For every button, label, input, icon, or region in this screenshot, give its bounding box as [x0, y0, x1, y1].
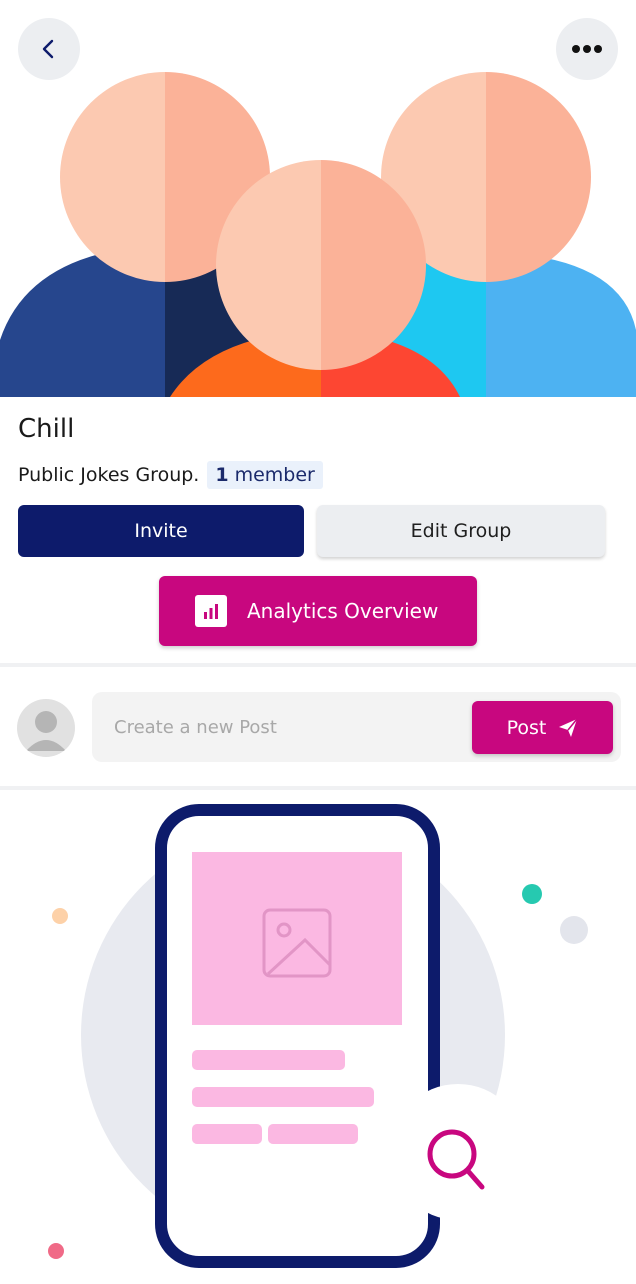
more-horizontal-icon — [572, 45, 602, 53]
user-avatar-icon[interactable] — [17, 699, 75, 757]
paper-plane-icon — [559, 718, 578, 737]
post-button-label: Post — [506, 716, 547, 739]
chevron-left-icon — [42, 39, 54, 59]
section-divider — [0, 663, 636, 667]
member-label: member — [234, 464, 315, 486]
invite-button[interactable]: Invite — [18, 505, 304, 557]
group-info-row: Public Jokes Group. 1 member — [18, 460, 323, 490]
group-description: Public Jokes Group. — [18, 464, 200, 486]
post-button[interactable]: Post — [472, 701, 613, 754]
empty-posts-illustration — [0, 790, 636, 1280]
group-name: Chill — [18, 414, 75, 444]
post-composer: Post — [92, 692, 621, 762]
group-people-illustration — [0, 72, 636, 397]
member-count: 1 — [215, 464, 229, 486]
bar-chart-icon — [195, 595, 227, 627]
analytics-overview-button[interactable]: Analytics Overview — [159, 576, 477, 646]
edit-group-button[interactable]: Edit Group — [317, 505, 605, 557]
analytics-overview-label: Analytics Overview — [247, 599, 439, 623]
member-count-badge[interactable]: 1 member — [207, 461, 323, 489]
more-options-button[interactable] — [556, 18, 618, 80]
group-cover-image — [0, 0, 636, 397]
create-post-input[interactable] — [114, 692, 454, 762]
back-button[interactable] — [18, 18, 80, 80]
